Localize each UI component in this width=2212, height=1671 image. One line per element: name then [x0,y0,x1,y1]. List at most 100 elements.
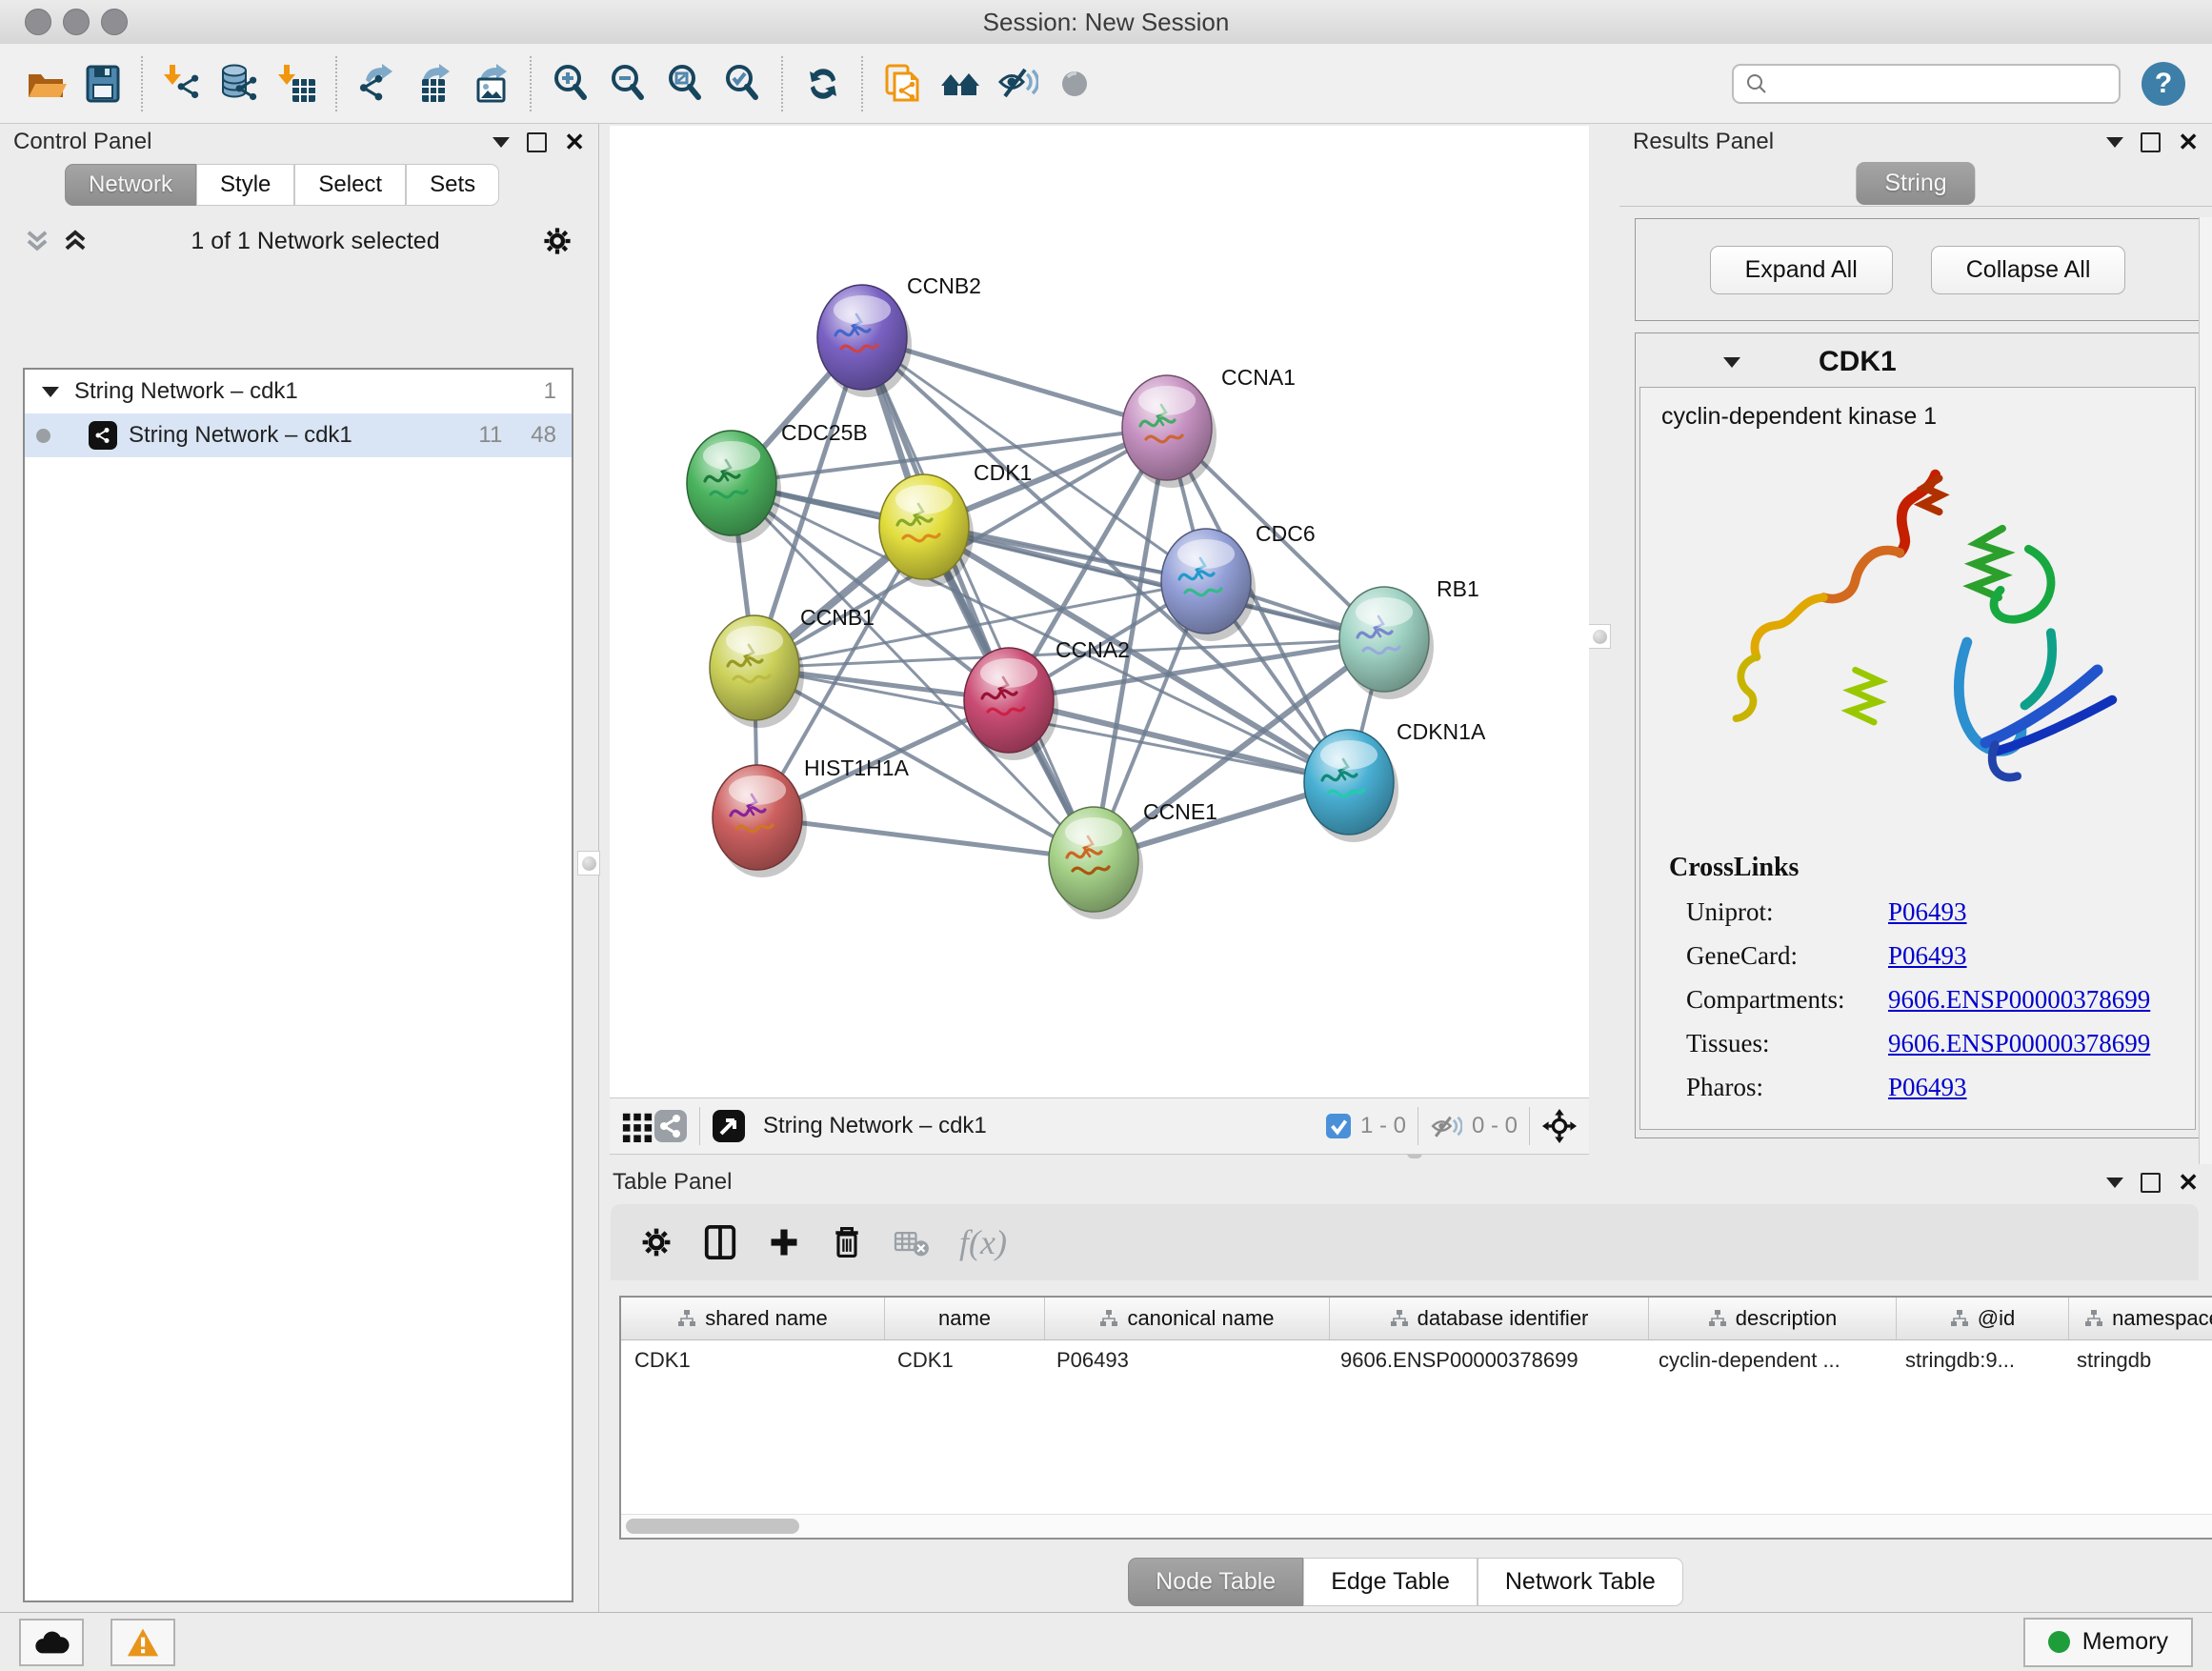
expand-all-chevrons-icon[interactable] [23,229,51,253]
collapse-all-chevrons-icon[interactable] [61,229,90,253]
memory-button[interactable]: Memory [2023,1618,2193,1667]
panel-close-icon[interactable]: ✕ [564,130,585,154]
toolbar-export-table-button[interactable] [406,51,463,116]
panel-close-icon[interactable]: ✕ [2178,130,2199,154]
selected-checkbox-icon[interactable] [1326,1114,1351,1138]
network-node-CDK1[interactable] [879,474,974,587]
help-button[interactable]: ? [2142,62,2185,106]
zoom-fit-icon [665,63,707,105]
add-column-icon[interactable] [767,1225,801,1259]
column-header-database-identifier[interactable]: database identifier [1330,1298,1649,1339]
tab-sets[interactable]: Sets [406,164,499,206]
toolbar-save-session-button[interactable] [74,51,131,116]
panel-menu-icon[interactable] [2106,137,2123,148]
crosslink-link[interactable]: P06493 [1888,941,1967,971]
results-panel: Results Panel ✕ String Expand All Collap… [1619,124,2212,1164]
column-header-@id[interactable]: @id [1897,1298,2069,1339]
network-selection-status: 1 of 1 Network selected [90,228,541,255]
toolbar-home-button[interactable] [932,51,989,116]
cloud-status-button[interactable] [19,1619,84,1666]
crosslink-link[interactable]: 9606.ENSP00000378699 [1888,1029,2150,1058]
tab-edge-table[interactable]: Edge Table [1303,1558,1478,1606]
show-columns-icon[interactable] [702,1223,738,1261]
node-table[interactable]: shared namename canonical name database … [619,1296,2212,1540]
tab-network-table[interactable]: Network Table [1478,1558,1683,1606]
network-canvas[interactable]: CCNB2CCNA1CDC25BCDK1CDC6RB1CCNB1CCNA2CDK… [610,126,1589,1097]
table-options-gear-icon[interactable] [639,1225,674,1259]
crosslink-link[interactable]: 9606.ENSP00000378699 [1888,985,2150,1015]
tab-style[interactable]: Style [196,164,294,206]
toolbar-zoom-fit-button[interactable] [657,51,714,116]
toolbar-export-image-button[interactable] [463,51,520,116]
tab-select[interactable]: Select [294,164,406,206]
panel-menu-icon[interactable] [493,137,510,148]
column-header-name[interactable]: name [885,1298,1045,1339]
column-header-description[interactable]: description [1649,1298,1897,1339]
tab-string[interactable]: String [1856,162,1975,205]
panel-close-icon[interactable]: ✕ [2178,1170,2199,1195]
network-node-CCNA1[interactable] [1122,375,1217,488]
table-h-scrollbar[interactable] [621,1514,2212,1538]
network-node-CCNA2[interactable] [964,648,1058,760]
tab-node-table[interactable]: Node Table [1128,1558,1303,1606]
network-edge[interactable] [862,337,1094,859]
search-box[interactable] [1732,64,2121,104]
panel-float-icon[interactable] [2141,1173,2161,1193]
warnings-button[interactable] [111,1619,175,1666]
search-input[interactable] [1768,70,2119,97]
network-node-HIST1H1A[interactable] [713,765,807,877]
crosslink-link[interactable]: P06493 [1888,1073,1967,1102]
section-collapse-icon[interactable] [1723,357,1740,368]
column-header-canonical-name[interactable]: canonical name [1045,1298,1330,1339]
gene-section-header[interactable]: CDK1 [1639,337,2196,387]
left-splitter-handle[interactable] [577,851,600,876]
network-node-CCNB1[interactable] [710,615,804,728]
crosslink-link[interactable]: P06493 [1888,897,1967,927]
column-header-shared-name[interactable]: shared name [621,1298,885,1339]
expand-all-button[interactable]: Expand All [1710,246,1893,294]
node-label: RB1 [1437,576,1479,601]
results-scrollbar[interactable] [2199,217,2212,1179]
panel-menu-icon[interactable] [2106,1178,2123,1188]
open-in-new-window-icon[interactable] [712,1109,746,1143]
collection-expand-icon[interactable] [42,387,59,397]
edge-count: 48 [531,422,556,449]
string-view-icon[interactable] [654,1109,688,1143]
column-type-icon [1099,1309,1118,1328]
memory-status-dot [2048,1631,2070,1653]
network-row[interactable]: String Network – cdk1 11 48 [25,413,572,457]
node-label: CDC6 [1256,521,1316,546]
hidden-eye-slash-icon[interactable] [1430,1113,1462,1139]
network-edge[interactable] [757,817,1094,859]
right-splitter-handle[interactable] [1588,624,1611,649]
network-node-RB1[interactable] [1339,587,1434,699]
tab-network[interactable]: Network [65,164,196,206]
toolbar-string-import-button[interactable] [875,51,932,116]
toolbar-refresh-view-button[interactable] [794,51,852,116]
toolbar-export-network-button[interactable] [349,51,406,116]
network-node-CCNB2[interactable] [817,285,912,397]
grid-view-icon[interactable] [621,1110,654,1142]
toolbar-zoom-in-button[interactable] [543,51,600,116]
delete-column-icon[interactable] [830,1223,864,1261]
toolbar-zoom-out-button[interactable] [600,51,657,116]
toolbar-import-network-from-file-button[interactable] [154,51,211,116]
toolbar-show-all-button[interactable] [1046,51,1103,116]
panel-float-icon[interactable] [2141,132,2161,152]
network-node-CDKN1A[interactable] [1304,730,1398,842]
table-row[interactable]: CDK1CDK1P064939606.ENSP00000378699cyclin… [621,1340,2212,1380]
toolbar-import-table-from-file-button[interactable] [269,51,326,116]
table-h-scrollbar-thumb[interactable] [626,1519,799,1534]
toolbar-zoom-selected-button[interactable] [714,51,772,116]
panel-float-icon[interactable] [527,132,547,152]
toolbar-hide-selected-button[interactable] [989,51,1046,116]
network-collection-row[interactable]: String Network – cdk1 1 [25,370,572,413]
column-header-namespace[interactable]: namespace [2069,1298,2212,1339]
selected-count: 1 - 0 [1360,1113,1406,1139]
toolbar-open-file-button[interactable] [17,51,74,116]
fit-content-crosshair-icon[interactable] [1541,1108,1578,1144]
toolbar-import-network-from-database-button[interactable] [211,51,269,116]
network-node-CCNE1[interactable] [1049,807,1143,919]
collapse-all-button[interactable]: Collapse All [1931,246,2126,294]
network-options-gear-icon[interactable] [541,225,573,257]
